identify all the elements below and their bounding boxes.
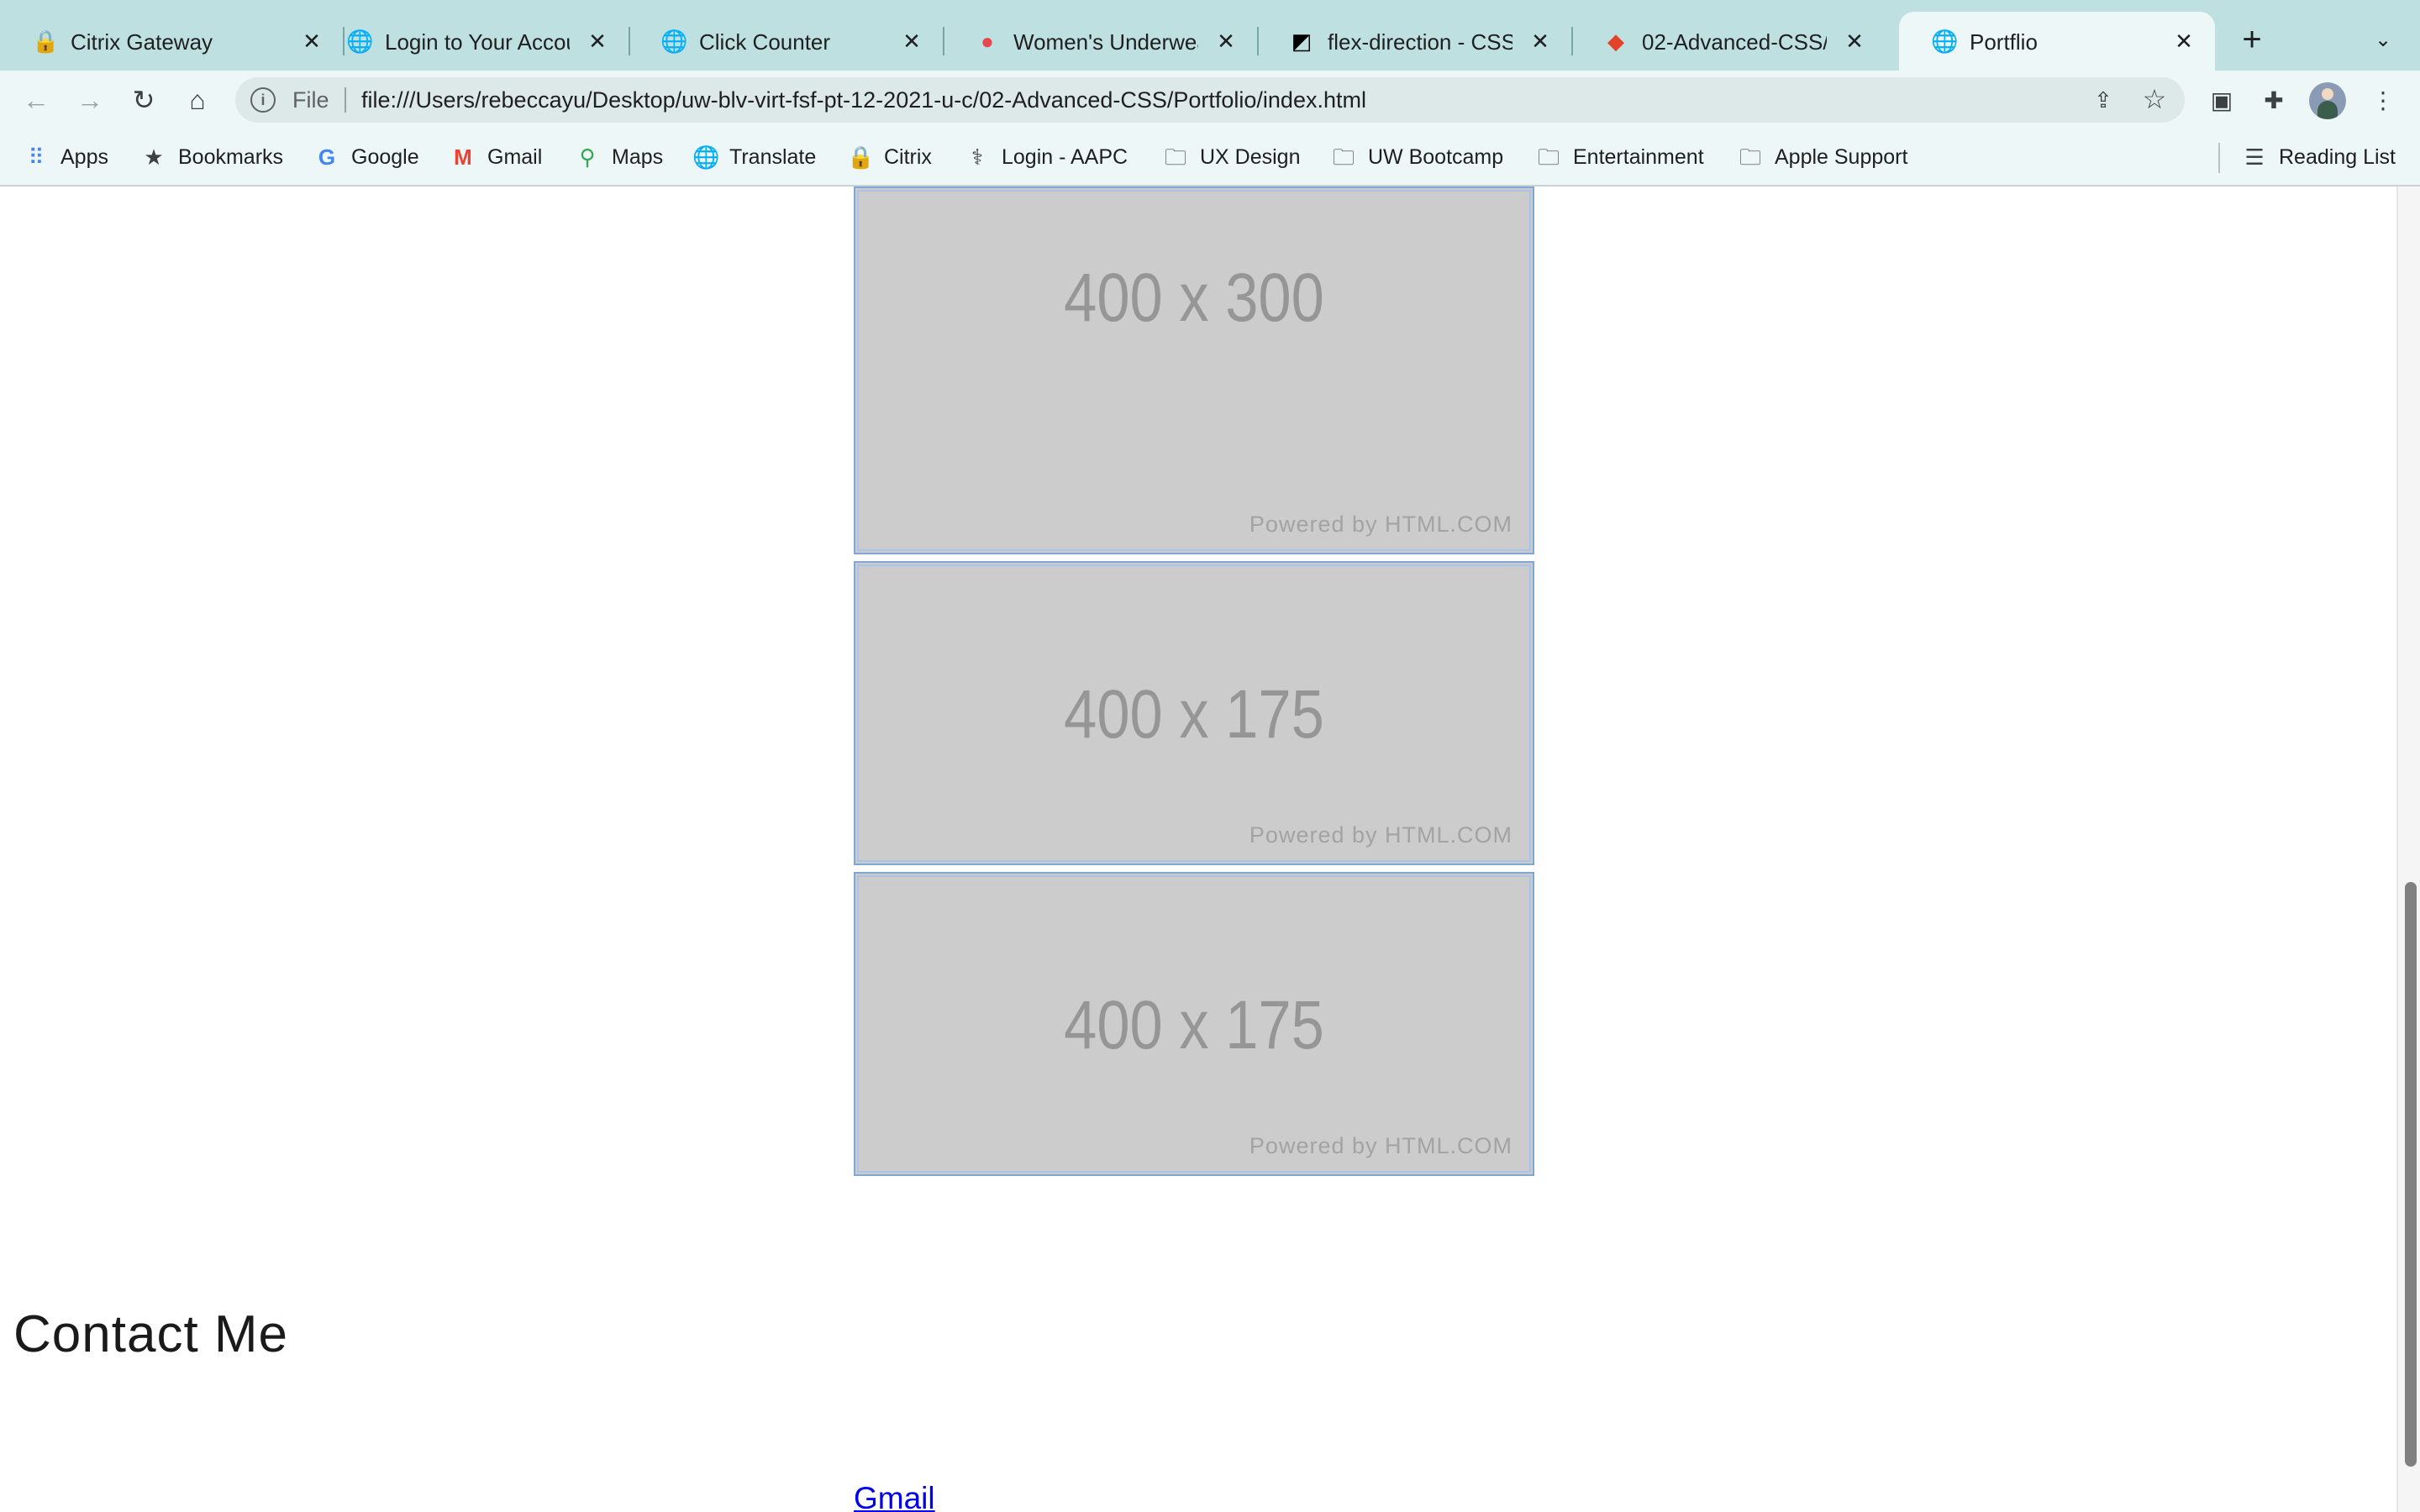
bookmark-label: Bookmarks	[178, 145, 284, 169]
vertical-scrollbar[interactable]	[2396, 186, 2420, 1512]
bookmark-label: Citrix	[884, 145, 932, 169]
apps-grid-icon: ⠿	[28, 144, 45, 170]
bookmark-label: UX Design	[1200, 145, 1301, 169]
tab-title: Portflio	[1970, 29, 2038, 55]
info-icon[interactable]: i	[250, 87, 276, 113]
tab-portflio[interactable]: 🌐 Portflio ✕	[1899, 12, 2215, 71]
bookmarks-bar: ⠿ Apps ★ Bookmarks G Google M Gmail ⚲ Ma…	[0, 129, 2420, 186]
avatar[interactable]	[2309, 82, 2346, 119]
gitlab-icon: ◆	[1607, 29, 1624, 54]
lock-bag-icon: 🔒	[847, 144, 875, 170]
tab-search-icon[interactable]: ⌄	[2366, 24, 2400, 57]
scrollbar-thumb[interactable]	[2405, 882, 2417, 1467]
tab-strip: 🔒 Citrix Gateway ✕ 🌐 Login to Your Accou…	[0, 0, 2420, 71]
url-scheme: File	[292, 87, 329, 113]
globe-icon: 🌐	[660, 29, 688, 54]
bookmarks-separator	[2218, 143, 2220, 173]
menu-kebab-icon[interactable]: ⋮	[2365, 82, 2402, 119]
page-content: 400 x 300 Powered by HTML.COM 400 x 175 …	[0, 186, 2396, 1512]
gmail-icon: M	[454, 144, 472, 170]
share-icon[interactable]: ⇪	[2089, 86, 2118, 114]
tab-womens-underwear[interactable]: ● Women's Underwear ✕	[943, 12, 1259, 71]
maps-pin-icon: ⚲	[579, 144, 596, 170]
placeholder-dimensions: 400 x 300	[1064, 260, 1324, 336]
bookmark-label: Gmail	[487, 145, 543, 169]
reading-list-label: Reading List	[2279, 145, 2396, 169]
close-icon[interactable]: ✕	[2170, 27, 2198, 55]
mdn-icon: ◩	[1291, 29, 1313, 54]
home-icon[interactable]: ⌂	[178, 81, 217, 119]
folder-icon: 🗀	[1164, 144, 1186, 170]
forward-arrow-icon[interactable]: →	[71, 81, 109, 119]
placeholder-image-2: 400 x 175 Powered by HTML.COM	[854, 561, 1534, 865]
bookmark-label: Apple Support	[1775, 145, 1908, 169]
gmail-link[interactable]: Gmail	[854, 1480, 935, 1512]
puzzle-icon[interactable]: ✚	[2255, 82, 2292, 119]
close-icon[interactable]: ✕	[583, 27, 612, 55]
bookmark-label: UW Bootcamp	[1368, 145, 1504, 169]
bookmark-label: Apps	[60, 145, 108, 169]
scheme-divider	[345, 87, 346, 113]
bookmark-label: Entertainment	[1573, 145, 1704, 169]
avatar-head	[2322, 88, 2333, 100]
placeholder-credit: Powered by HTML.COM	[1249, 512, 1512, 537]
reading-list-icon: ☰	[2244, 144, 2265, 170]
bookmark-label: Login - AAPC	[1002, 145, 1128, 169]
placeholder-dimensions: 400 x 175	[1064, 676, 1324, 753]
placeholder-credit: Powered by HTML.COM	[1249, 822, 1512, 848]
url-text[interactable]: file:///Users/rebeccayu/Desktop/uw-blv-v…	[361, 85, 1366, 115]
new-tab-button[interactable]: +	[2232, 20, 2272, 60]
extension-icon[interactable]: ▣	[2203, 82, 2240, 119]
tab-click-counter[interactable]: 🌐 Click Counter ✕	[629, 12, 944, 71]
address-bar[interactable]: i File file:///Users/rebeccayu/Desktop/u…	[235, 77, 2185, 123]
globe-icon: 🌐	[1931, 29, 1959, 54]
close-icon[interactable]: ✕	[1840, 27, 1869, 55]
close-icon[interactable]: ✕	[1212, 27, 1240, 55]
folder-icon: 🗀	[1739, 144, 1761, 170]
placeholder-image-1: 400 x 300 Powered by HTML.COM	[854, 186, 1534, 554]
bookmark-label: Translate	[729, 145, 817, 169]
globe-icon: 🌐	[346, 29, 374, 54]
tab-login-account[interactable]: 🌐 Login to Your Account ✕	[314, 12, 630, 71]
tab-flex-direction[interactable]: ◩ flex-direction - CSS: Cascading Style …	[1257, 12, 1573, 71]
bookmark-label: Google	[351, 145, 419, 169]
tab-title: 02-Advanced-CSS/02-Challenge	[1642, 29, 1827, 55]
tab-title: Click Counter	[699, 29, 831, 55]
back-arrow-icon[interactable]: ←	[17, 81, 55, 119]
reload-icon[interactable]: ↻	[124, 81, 163, 119]
bookmark-label: Maps	[612, 145, 664, 169]
toolbar: ← → ↻ ⌂ i File file:///Users/rebeccayu/D…	[0, 71, 2420, 129]
bookmark-star-icon[interactable]: ☆	[2139, 84, 2170, 114]
globe-icon: 🌐	[692, 144, 720, 170]
tab-gitlab-challenge[interactable]: ◆ 02-Advanced-CSS/02-Challenge ✕	[1571, 12, 1886, 71]
lock-bag-icon: 🔒	[32, 29, 60, 54]
aapc-icon: ⚕	[971, 144, 984, 170]
close-icon[interactable]: ✕	[897, 27, 926, 55]
folder-icon: 🗀	[1537, 144, 1560, 170]
close-icon[interactable]: ✕	[1526, 27, 1555, 55]
folder-icon: 🗀	[1332, 144, 1355, 170]
contact-heading: Contact Me	[13, 1305, 289, 1363]
tab-title: Women's Underwear	[1013, 29, 1198, 55]
placeholder-credit: Powered by HTML.COM	[1249, 1133, 1512, 1158]
placeholder-image-3: 400 x 175 Powered by HTML.COM	[854, 872, 1534, 1176]
tab-title: Citrix Gateway	[71, 29, 213, 55]
avatar-body	[2317, 101, 2338, 119]
tab-title: flex-direction - CSS: Cascading Style Sh…	[1328, 29, 1512, 55]
tab-citrix-gateway[interactable]: 🔒 Citrix Gateway ✕	[0, 12, 345, 71]
brand-icon: ●	[981, 29, 994, 54]
placeholder-dimensions: 400 x 175	[1064, 987, 1324, 1063]
star-icon: ★	[144, 144, 164, 170]
tab-title: Login to Your Account	[385, 29, 570, 55]
browser-chrome: 🔒 Citrix Gateway ✕ 🌐 Login to Your Accou…	[0, 0, 2420, 186]
google-icon: G	[318, 144, 336, 170]
